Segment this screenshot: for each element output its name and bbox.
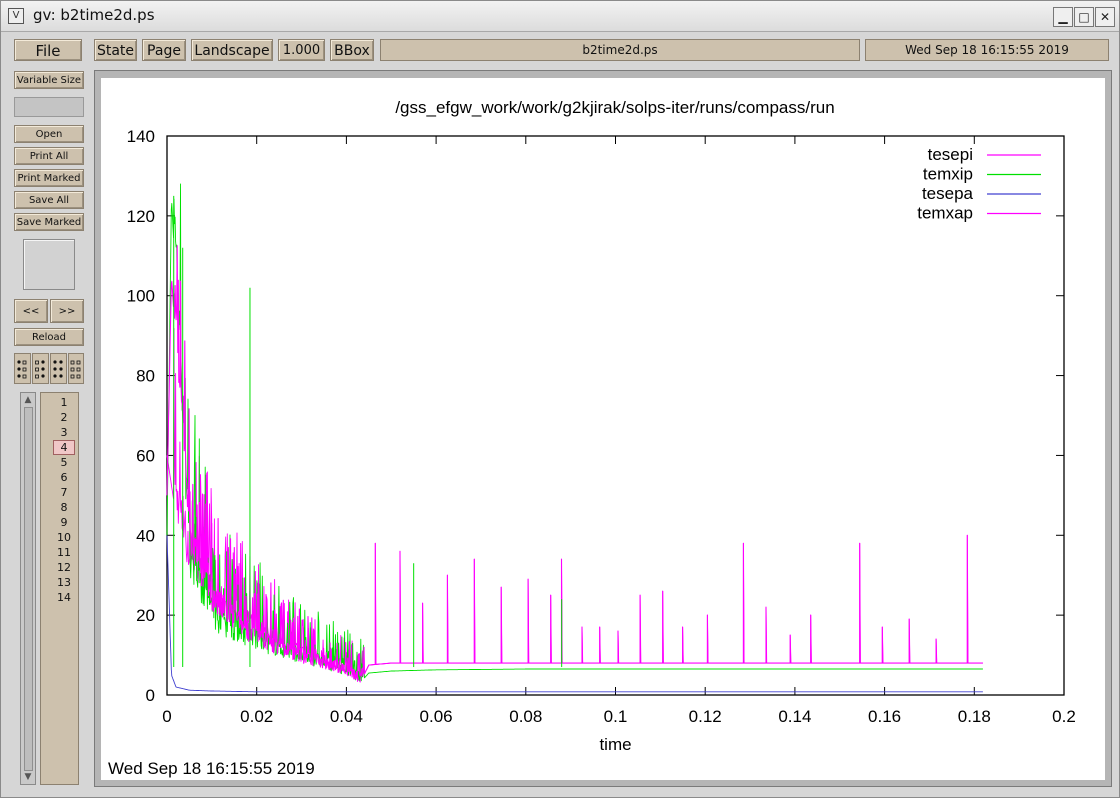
- page-list-item[interactable]: 14: [53, 590, 75, 605]
- date-display: Wed Sep 18 16:15:55 2019: [865, 39, 1109, 61]
- y-tick-label: 20: [136, 606, 155, 625]
- page-list-item[interactable]: 8: [53, 500, 75, 515]
- app-icon[interactable]: V: [8, 8, 24, 24]
- x-axis-label: time: [599, 735, 631, 754]
- x-tick-label: 0.02: [240, 707, 273, 726]
- page-list-item[interactable]: 5: [53, 455, 75, 470]
- page-list-item[interactable]: 10: [53, 530, 75, 545]
- maximize-icon[interactable]: □: [1074, 7, 1094, 27]
- x-tick-label: 0: [162, 707, 171, 726]
- page-list-item[interactable]: 2: [53, 410, 75, 425]
- page-list-item[interactable]: 9: [53, 515, 75, 530]
- y-tick-label: 140: [127, 127, 155, 146]
- save-all-button[interactable]: Save All: [14, 191, 84, 209]
- page-list-item[interactable]: 12: [53, 560, 75, 575]
- print-all-button[interactable]: Print All: [14, 147, 84, 165]
- minimize-icon[interactable]: ▁: [1053, 7, 1073, 27]
- app-window: V gv: b2time2d.ps ▁ □ ✕ File State Page …: [0, 0, 1120, 798]
- filename-display: b2time2d.ps: [380, 39, 860, 61]
- x-tick-label: 0.18: [958, 707, 991, 726]
- y-tick-label: 0: [146, 686, 155, 705]
- reload-button[interactable]: Reload: [14, 328, 84, 346]
- x-tick-label: 0.2: [1052, 707, 1076, 726]
- save-marked-button[interactable]: Save Marked: [14, 213, 84, 231]
- x-tick-label: 0.16: [868, 707, 901, 726]
- page-list-scrollbar[interactable]: ▲ ▼: [20, 392, 36, 785]
- mark-toggle-group: [14, 353, 84, 384]
- window-title: gv: b2time2d.ps: [33, 6, 155, 24]
- page-list: 1 2 3 4 5 6 7 8 9 10 11 12 13 14: [40, 392, 79, 785]
- mark-even-icon[interactable]: [32, 353, 49, 384]
- panner-field[interactable]: [14, 97, 84, 117]
- open-button[interactable]: Open: [14, 125, 84, 143]
- scrollbar-thumb[interactable]: [24, 407, 33, 771]
- prev-page-button[interactable]: <<: [14, 299, 48, 323]
- state-menu-button[interactable]: State: [94, 39, 137, 61]
- y-tick-label: 60: [136, 446, 155, 465]
- x-tick-label: 0.14: [778, 707, 811, 726]
- y-tick-label: 40: [136, 526, 155, 545]
- x-tick-label: 0.08: [509, 707, 542, 726]
- page-list-item[interactable]: 7: [53, 485, 75, 500]
- x-tick-label: 0.1: [604, 707, 628, 726]
- print-marked-button[interactable]: Print Marked: [14, 169, 84, 187]
- page-list-item[interactable]: 6: [53, 470, 75, 485]
- page-menu-button[interactable]: Page: [142, 39, 186, 61]
- unmark-all-icon[interactable]: [68, 353, 84, 384]
- variable-size-button[interactable]: Variable Size: [14, 71, 84, 89]
- y-tick-label: 100: [127, 287, 155, 306]
- mark-current-icon[interactable]: [50, 353, 67, 384]
- page-list-item[interactable]: 13: [53, 575, 75, 590]
- close-icon[interactable]: ✕: [1095, 7, 1115, 27]
- scroll-up-icon[interactable]: ▲: [22, 394, 34, 406]
- page-list-item[interactable]: 1: [53, 395, 75, 410]
- plot-title: /gss_efgw_work/work/g2kjirak/solps-iter/…: [395, 98, 834, 117]
- scale-button[interactable]: 1.000: [278, 39, 325, 61]
- legend-label: temxip: [923, 165, 973, 184]
- y-tick-label: 120: [127, 207, 155, 226]
- page-list-item[interactable]: 11: [53, 545, 75, 560]
- mark-odd-icon[interactable]: [14, 353, 31, 384]
- x-tick-label: 0.06: [420, 707, 453, 726]
- orientation-button[interactable]: Landscape: [191, 39, 273, 61]
- page-list-item[interactable]: 4: [53, 440, 75, 455]
- bbox-button[interactable]: BBox: [330, 39, 374, 61]
- page-list-item[interactable]: 3: [53, 425, 75, 440]
- x-tick-label: 0.04: [330, 707, 363, 726]
- document-page: /gss_efgw_work/work/g2kjirak/solps-iter/…: [101, 78, 1105, 780]
- legend-label: tesepi: [928, 145, 973, 164]
- file-menu-button[interactable]: File: [14, 39, 82, 61]
- plot-svg: /gss_efgw_work/work/g2kjirak/solps-iter/…: [108, 98, 1076, 778]
- plot-footer-date: Wed Sep 18 16:15:55 2019: [108, 759, 315, 778]
- legend-label: tesepa: [922, 184, 974, 203]
- next-page-button[interactable]: >>: [50, 299, 84, 323]
- title-bar[interactable]: V gv: b2time2d.ps ▁ □ ✕: [1, 1, 1119, 32]
- legend-label: temxap: [917, 204, 973, 223]
- x-tick-label: 0.12: [689, 707, 722, 726]
- page-panner[interactable]: [23, 239, 75, 290]
- scroll-down-icon[interactable]: ▼: [22, 771, 34, 783]
- y-tick-label: 80: [136, 367, 155, 386]
